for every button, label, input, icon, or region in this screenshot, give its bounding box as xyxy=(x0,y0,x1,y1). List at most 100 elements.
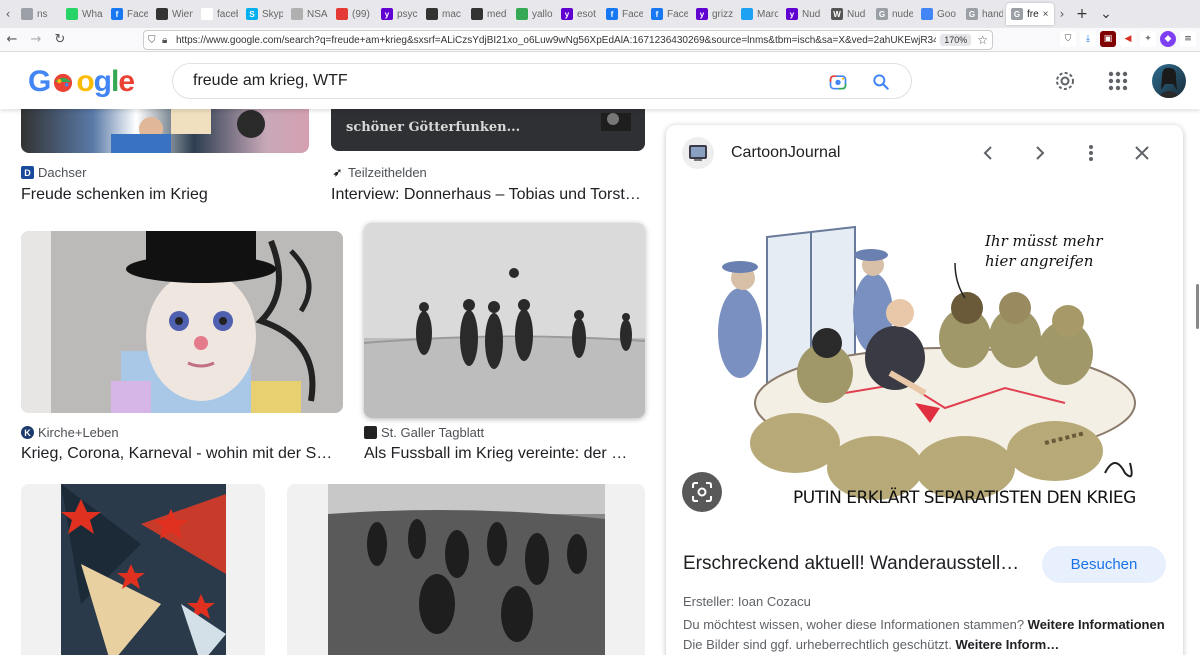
scrollbar-thumb[interactable] xyxy=(1196,284,1199,329)
extension-grey-icon[interactable]: ✦ xyxy=(1140,31,1156,47)
tab-label: Nud xyxy=(847,8,866,20)
tab-close-icon[interactable]: × xyxy=(1043,9,1049,20)
browser-tab[interactable]: Gnude xyxy=(871,3,916,25)
tab-favicon-icon: f xyxy=(111,8,123,20)
lock-icon[interactable]: 🔒︎ xyxy=(162,35,176,46)
google-header: G ogle xyxy=(0,53,1200,109)
tab-scroll-left-icon[interactable]: ‹ xyxy=(0,7,16,21)
result-source[interactable]: K Kirche+Leben xyxy=(21,425,119,440)
tab-scroll-right-icon[interactable]: › xyxy=(1054,7,1070,21)
source-name: Dachser xyxy=(38,165,87,180)
result-image-painting[interactable] xyxy=(21,484,265,655)
visit-button[interactable]: Besuchen xyxy=(1042,546,1166,583)
shield-icon[interactable]: ⛉ xyxy=(148,35,162,46)
preview-image[interactable]: Ihr müsst mehr hier angreifen PUTIN ERKL… xyxy=(685,183,1165,527)
extension-purple-icon[interactable]: ◆ xyxy=(1160,31,1176,47)
result-image-trench-photo[interactable] xyxy=(287,484,645,655)
result-source[interactable]: D Dachser xyxy=(21,165,86,180)
browser-tab[interactable]: (99) xyxy=(331,3,376,25)
bookmark-star-icon[interactable]: ☆ xyxy=(977,33,988,47)
browser-tab[interactable]: f Face xyxy=(646,3,691,25)
settings-icon[interactable] xyxy=(1049,65,1081,97)
browser-tab[interactable]: Wha xyxy=(61,3,106,25)
apps-grid-icon[interactable] xyxy=(1102,65,1134,97)
tab-label: yallo xyxy=(532,8,553,20)
source-favicon: D xyxy=(21,166,34,179)
previous-icon[interactable] xyxy=(974,139,1002,167)
menu-hamburger-icon[interactable]: ≡ xyxy=(1180,31,1196,47)
browser-tab[interactable]: mac xyxy=(421,3,466,25)
preview-title[interactable]: Erschreckend aktuell! Wanderausstell… xyxy=(683,553,1023,575)
google-lens-icon[interactable] xyxy=(828,72,848,92)
page-scrollbar[interactable] xyxy=(1194,109,1200,655)
tab-label: Wien xyxy=(172,8,193,20)
zoom-level[interactable]: 170% xyxy=(940,34,972,46)
browser-tab[interactable]: W Nud xyxy=(826,3,871,25)
result-image-teilzeithelden[interactable]: schöner Götterfunken... xyxy=(331,109,645,151)
creator-text: Ersteller: Ioan Cozacu xyxy=(683,594,811,609)
browser-tab-strip: ‹ nsWhafFaceWienfaceboSSkypNSA(99)ypsycm… xyxy=(0,0,1200,28)
site-name[interactable]: CartoonJournal xyxy=(731,144,840,162)
browser-tab[interactable]: y Nud xyxy=(781,3,826,25)
browser-tab[interactable]: Gfre × xyxy=(1006,3,1054,25)
browser-tab[interactable]: NSA xyxy=(286,3,331,25)
url-text[interactable]: https://www.google.com/search?q=freude+a… xyxy=(176,35,936,46)
result-title[interactable]: Freude schenken im Krieg xyxy=(21,186,321,204)
back-icon[interactable]: ← xyxy=(0,29,24,51)
ublock-icon[interactable]: ▣ xyxy=(1100,31,1116,47)
tab-list-dropdown-icon[interactable]: ⌄ xyxy=(1094,6,1118,22)
tab-favicon-icon xyxy=(741,8,753,20)
close-icon[interactable] xyxy=(1128,139,1156,167)
tab-label: Wha xyxy=(82,8,103,20)
tab-favicon-icon xyxy=(291,8,303,20)
new-tab-icon[interactable]: + xyxy=(1070,6,1094,22)
result-source[interactable]: St. Galler Tagblatt xyxy=(364,425,484,440)
result-image-dachser[interactable] xyxy=(21,109,309,153)
more-options-icon[interactable] xyxy=(1077,139,1105,167)
browser-tab[interactable]: Ghand xyxy=(961,3,1006,25)
browser-tab[interactable]: Wien xyxy=(151,3,196,25)
browser-tab[interactable]: med xyxy=(466,3,511,25)
browser-toolbar: ← → ↻ ⛉ 🔒︎ https://www.google.com/search… xyxy=(0,28,1200,52)
result-title[interactable]: Als Fussball im Krieg vereinte: der We… xyxy=(364,445,640,463)
lens-search-icon[interactable] xyxy=(682,472,722,512)
result-image-st-galler[interactable] xyxy=(364,223,645,418)
browser-tab[interactable]: ns xyxy=(16,3,61,25)
browser-tab[interactable]: y esot xyxy=(556,3,601,25)
browser-tab[interactable]: yallo xyxy=(511,3,556,25)
browser-tab[interactable]: y grizz xyxy=(691,3,736,25)
source-favicon xyxy=(364,426,377,439)
browser-tab[interactable]: f Face xyxy=(106,3,151,25)
source-name: Teilzeithelden xyxy=(348,165,427,180)
downloads-icon[interactable]: ⤓ xyxy=(1080,31,1096,47)
browser-tab[interactable]: facebo xyxy=(196,3,241,25)
avatar[interactable] xyxy=(1152,64,1186,98)
source-name: St. Galler Tagblatt xyxy=(381,425,485,440)
browser-tab[interactable]: Marc xyxy=(736,3,781,25)
more-info-link-2[interactable]: Weitere Inform… xyxy=(955,637,1059,652)
reload-icon[interactable]: ↻ xyxy=(48,29,72,51)
source-favicon: K xyxy=(21,426,34,439)
tab-favicon-icon: y xyxy=(561,8,573,20)
result-title[interactable]: Interview: Donnerhaus – Tobias und Torst… xyxy=(331,186,641,204)
browser-tab[interactable]: f Face xyxy=(601,3,646,25)
doodle-ball-icon xyxy=(54,73,73,92)
result-source[interactable]: ➶ Teilzeithelden xyxy=(331,165,427,180)
browser-tab[interactable]: S Skyp xyxy=(241,3,286,25)
more-info-link[interactable]: Weitere Informationen xyxy=(1028,617,1165,632)
extension-red-icon[interactable]: ◀ xyxy=(1120,31,1136,47)
tab-list: nsWhafFaceWienfaceboSSkypNSA(99)ypsycmac… xyxy=(16,0,1054,28)
search-icon[interactable] xyxy=(871,72,891,92)
pocket-icon[interactable]: ⛉ xyxy=(1060,31,1076,47)
browser-tab[interactable]: Goo xyxy=(916,3,961,25)
search-box[interactable] xyxy=(172,63,912,99)
search-input[interactable] xyxy=(193,72,793,90)
browser-tab[interactable]: y psyc xyxy=(376,3,421,25)
thumb-caption: schöner Götterfunken... xyxy=(346,120,521,135)
address-bar[interactable]: ⛉ 🔒︎ https://www.google.com/search?q=fre… xyxy=(143,30,993,50)
result-title[interactable]: Krieg, Corona, Karneval - wohin mit der … xyxy=(21,445,337,463)
next-icon[interactable] xyxy=(1026,139,1054,167)
result-image-kirche-leben[interactable] xyxy=(21,231,343,413)
forward-icon[interactable]: → xyxy=(24,29,48,51)
google-doodle-logo[interactable]: G ogle xyxy=(28,65,135,99)
